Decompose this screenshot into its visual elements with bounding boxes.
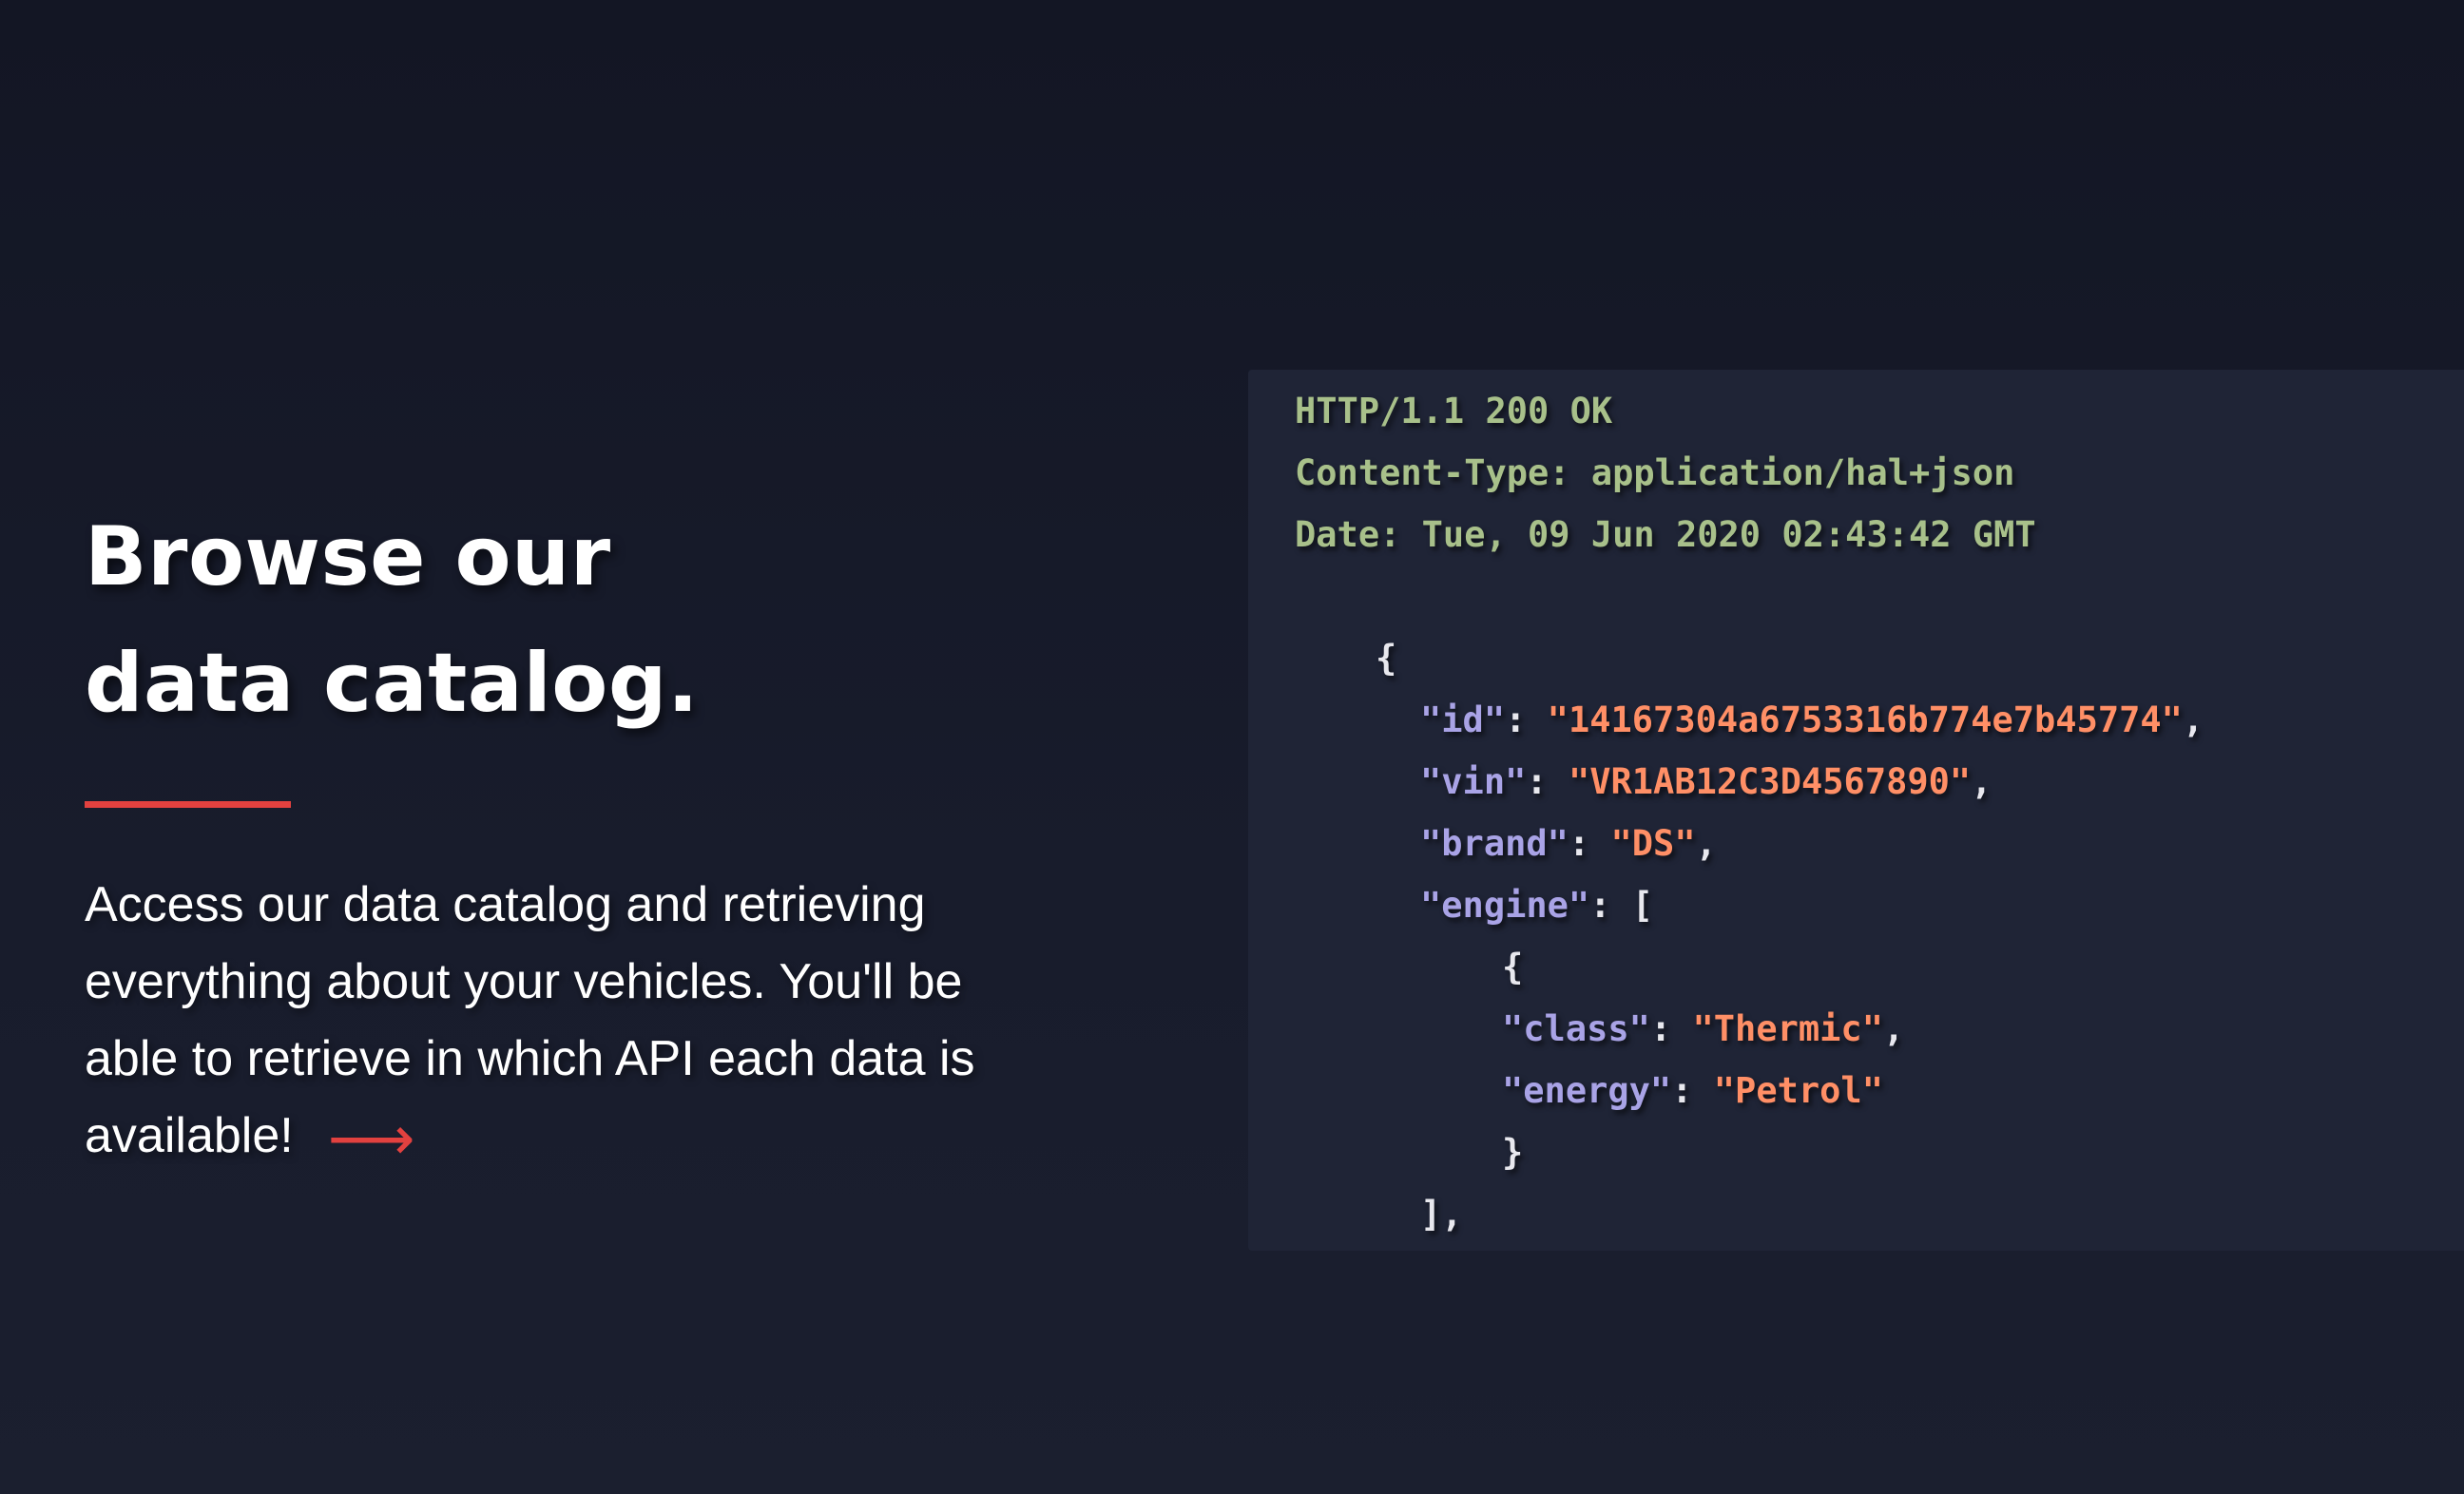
json-engine-open: [ [1631, 885, 1654, 926]
json-key-energy: "energy" [1502, 1070, 1672, 1111]
code-sample-panel: HTTP/1.1 200 OK Content-Type: applicatio… [1248, 370, 2464, 1251]
json-value-vin: "VR1AB12C3D4567890" [1568, 761, 1972, 802]
json-value-energy: "Petrol" [1713, 1070, 1883, 1111]
title-line-2: data catalog. [85, 636, 700, 731]
json-key-id: "id" [1420, 699, 1506, 740]
json-value-class: "Thermic" [1692, 1008, 1883, 1049]
json-key-class: "class" [1502, 1008, 1650, 1049]
code-date: Date: Tue, 09 Jun 2020 02:43:42 GMT [1295, 514, 2036, 555]
code-content-type: Content-Type: application/hal+json [1295, 452, 2015, 493]
code-line-brand: "brand": "DS", [1420, 823, 1717, 864]
accent-divider [85, 801, 291, 808]
code-line-class: "class": "Thermic", [1502, 1008, 1905, 1049]
code-status-line: HTTP/1.1 200 OK [1295, 391, 1613, 431]
arrow-right-icon[interactable]: ⟶ [328, 1108, 415, 1169]
code-engine-item-open: { [1502, 947, 1524, 987]
title-line-1: Browse our [85, 509, 611, 604]
code-engine-item-close: } [1502, 1132, 1524, 1173]
json-key-brand: "brand" [1420, 823, 1569, 864]
json-value-brand: "DS" [1610, 823, 1696, 864]
description-text: Access our data catalog and retrieving e… [85, 877, 975, 1163]
json-key-vin: "vin" [1420, 761, 1527, 802]
section-description: Access our data catalog and retrieving e… [85, 867, 997, 1175]
json-key-engine: "engine" [1420, 885, 1590, 926]
section-title: Browse our data catalog. [85, 494, 699, 747]
code-engine-close: ], [1420, 1194, 1463, 1235]
code-line-engine: "engine": [ [1420, 885, 1654, 926]
code-line-energy: "energy": "Petrol" [1502, 1070, 1883, 1111]
code-line-vin: "vin": "VR1AB12C3D4567890", [1420, 761, 1992, 802]
json-value-id: "14167304a6753316b774e7b45774" [1547, 699, 2183, 740]
code-line-id: "id": "14167304a6753316b774e7b45774", [1420, 699, 2204, 740]
code-open-brace: { [1376, 638, 1397, 679]
